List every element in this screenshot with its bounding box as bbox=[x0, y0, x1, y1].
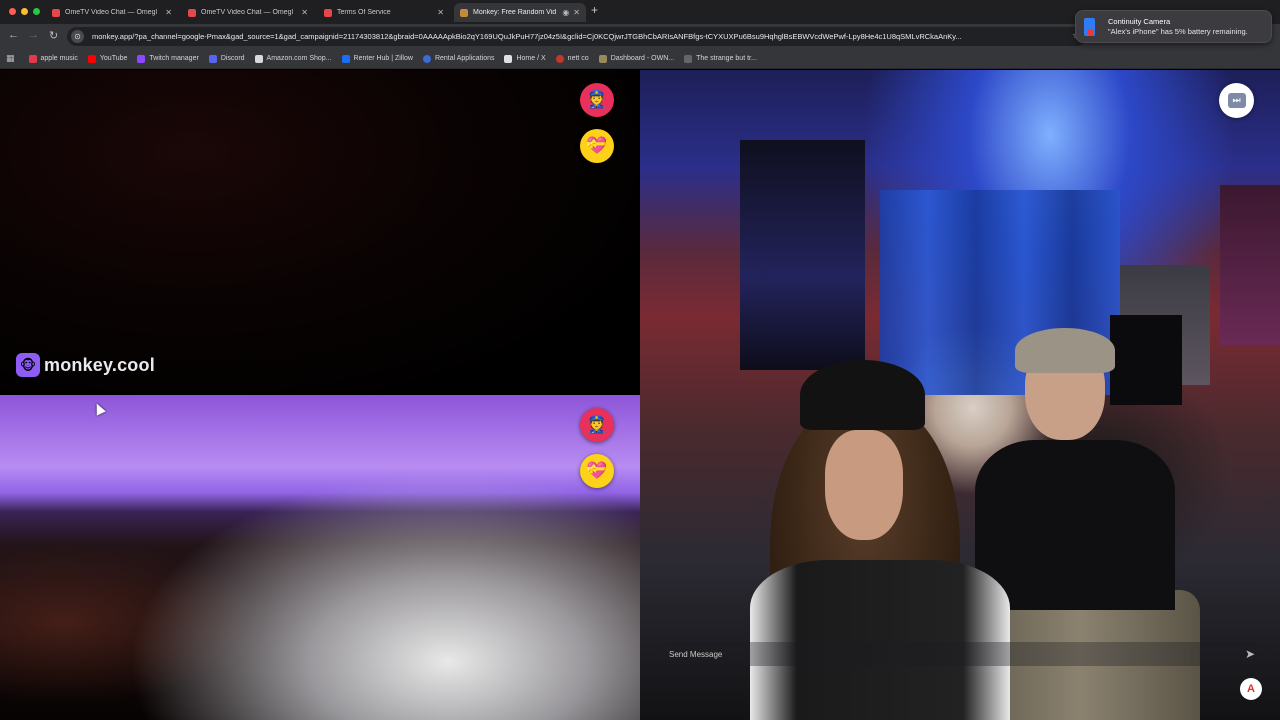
iphone-icon bbox=[1084, 17, 1095, 36]
zoom-window-button[interactable] bbox=[33, 8, 40, 15]
brand-text: monkey.cool bbox=[44, 354, 155, 375]
tab-ometv-1[interactable]: OmeTV Video Chat — Omegl ✕ bbox=[46, 3, 178, 22]
police-officer-icon: 👮 bbox=[586, 415, 608, 434]
person-face bbox=[825, 430, 903, 540]
forward-icon[interactable]: → bbox=[28, 29, 39, 41]
bookmark-twitch-manager[interactable]: Twitch manager bbox=[137, 54, 199, 63]
bookmark-label: nett co bbox=[567, 55, 589, 62]
zillow-icon bbox=[341, 54, 350, 63]
gift-heart-button[interactable]: 💝 bbox=[580, 129, 614, 163]
ometv-favicon-icon bbox=[324, 8, 332, 17]
bookmark-label: apple music bbox=[40, 55, 78, 62]
report-button[interactable]: 👮 bbox=[580, 408, 614, 442]
ometv-favicon-icon bbox=[52, 8, 60, 17]
bookmark-zillow[interactable]: Renter Hub | Zillow bbox=[341, 54, 413, 63]
tab-title: Terms Of Service bbox=[337, 9, 391, 16]
apple-music-icon bbox=[28, 54, 37, 63]
close-tab-icon[interactable]: ✕ bbox=[437, 8, 444, 17]
heart-gift-icon: 💝 bbox=[586, 136, 608, 155]
self-video bbox=[640, 70, 1280, 720]
video-chat-stage: 👮 💝 🐵 monkey.cool 👮 💝 ⏭ ➤ A bbox=[0, 70, 1280, 720]
bookmarks-bar: ▦ apple music YouTube Twitch manager Dis… bbox=[0, 49, 1280, 69]
minimize-window-button[interactable] bbox=[21, 8, 28, 15]
bookmark-amazon[interactable]: Amazon.com Shop... bbox=[254, 54, 332, 63]
person-cap bbox=[800, 360, 925, 430]
heart-gift-icon: 💝 bbox=[586, 461, 608, 480]
message-bar: ➤ bbox=[657, 642, 1267, 666]
close-tab-icon[interactable]: ✕ bbox=[301, 8, 308, 17]
report-button[interactable]: 👮 bbox=[580, 83, 614, 117]
bookmark-apple-music[interactable]: apple music bbox=[28, 54, 78, 63]
notification-title: Continuity Camera bbox=[1108, 17, 1171, 26]
apps-grid-icon[interactable]: ▦ bbox=[6, 53, 15, 64]
audio-icon[interactable]: ◉ bbox=[562, 8, 569, 17]
bookmark-label: Discord bbox=[220, 55, 245, 62]
wall-poster bbox=[1220, 185, 1280, 345]
monkey-favicon-icon bbox=[460, 8, 468, 17]
wall-poster bbox=[740, 140, 865, 370]
bookmark-label: YouTube bbox=[99, 55, 128, 62]
person-left bbox=[730, 360, 1030, 720]
send-arrow-icon[interactable]: ➤ bbox=[1245, 647, 1255, 661]
stranger-video-top bbox=[0, 70, 640, 395]
youtube-icon bbox=[87, 54, 96, 63]
ometv-favicon-icon bbox=[188, 8, 196, 17]
bookmark-label: Renter Hub | Zillow bbox=[353, 55, 413, 62]
twitch-icon bbox=[137, 54, 146, 63]
rental-icon bbox=[422, 54, 431, 63]
bookmark-label: Rental Applications bbox=[434, 55, 495, 62]
bookmark-nett-co[interactable]: nett co bbox=[555, 54, 589, 63]
tab-terms-of-service[interactable]: Terms Of Service ✕ bbox=[318, 3, 450, 22]
continuity-camera-notification[interactable]: Continuity Camera "Alex's iPhone" has 5%… bbox=[1075, 10, 1272, 43]
site-info-icon[interactable]: ⊙ bbox=[71, 30, 84, 43]
amazon-icon bbox=[254, 54, 263, 63]
bookmark-label: Dashboard - OWN... bbox=[610, 55, 675, 62]
bookmark-label: Home / X bbox=[516, 55, 546, 62]
close-tab-icon[interactable]: ✕ bbox=[573, 8, 580, 17]
bookmark-x[interactable]: Home / X bbox=[504, 54, 546, 63]
site-icon bbox=[684, 54, 693, 63]
discord-icon bbox=[208, 54, 217, 63]
x-icon bbox=[504, 54, 513, 63]
back-icon[interactable]: ← bbox=[8, 29, 19, 41]
skip-button[interactable]: ⏭ bbox=[1219, 83, 1254, 118]
bookmark-label: Amazon.com Shop... bbox=[266, 55, 332, 62]
nett-icon bbox=[555, 54, 564, 63]
message-input[interactable] bbox=[669, 649, 1245, 659]
tab-ometv-2[interactable]: OmeTV Video Chat — Omegl ✕ bbox=[182, 3, 314, 22]
new-tab-button[interactable]: + bbox=[591, 3, 598, 17]
gift-heart-button[interactable]: 💝 bbox=[580, 454, 614, 488]
tab-title: OmeTV Video Chat — Omegl bbox=[65, 9, 158, 16]
address-bar[interactable]: ⊙ monkey.app/?pa_channel=google-Pmax&gad… bbox=[67, 27, 1087, 46]
bookmark-youtube[interactable]: YouTube bbox=[87, 54, 128, 63]
bookmark-discord[interactable]: Discord bbox=[208, 54, 245, 63]
police-officer-icon: 👮 bbox=[586, 90, 608, 109]
bookmark-strange[interactable]: The strange but tr... bbox=[684, 54, 757, 63]
tab-monkey[interactable]: Monkey: Free Random Vid ◉ ✕ bbox=[454, 3, 586, 22]
bookmark-dashboard[interactable]: Dashboard - OWN... bbox=[598, 54, 675, 63]
reload-icon[interactable]: ↻ bbox=[49, 29, 58, 42]
url-text[interactable]: monkey.app/?pa_channel=google-Pmax&gad_s… bbox=[92, 32, 1083, 41]
adobe-acrobat-icon[interactable]: A bbox=[1240, 678, 1262, 700]
tab-title: OmeTV Video Chat — Omegl bbox=[201, 9, 294, 16]
brand-watermark: 🐵 monkey.cool bbox=[16, 353, 155, 377]
close-window-button[interactable] bbox=[9, 8, 16, 15]
bookmark-label: The strange but tr... bbox=[696, 55, 757, 62]
close-tab-icon[interactable]: ✕ bbox=[165, 8, 172, 17]
folder-icon bbox=[598, 54, 607, 63]
bookmark-rental-applications[interactable]: Rental Applications bbox=[422, 54, 495, 63]
notification-body: "Alex's iPhone" has 5% battery remaining… bbox=[1108, 27, 1248, 36]
stranger-video-bottom bbox=[0, 395, 640, 720]
monkey-logo-icon: 🐵 bbox=[16, 353, 40, 377]
bookmark-label: Twitch manager bbox=[149, 55, 199, 62]
tab-title: Monkey: Free Random Vid bbox=[473, 9, 557, 16]
person-cap bbox=[1015, 328, 1115, 373]
skip-forward-icon: ⏭ bbox=[1227, 93, 1246, 108]
person-body bbox=[750, 560, 1010, 720]
